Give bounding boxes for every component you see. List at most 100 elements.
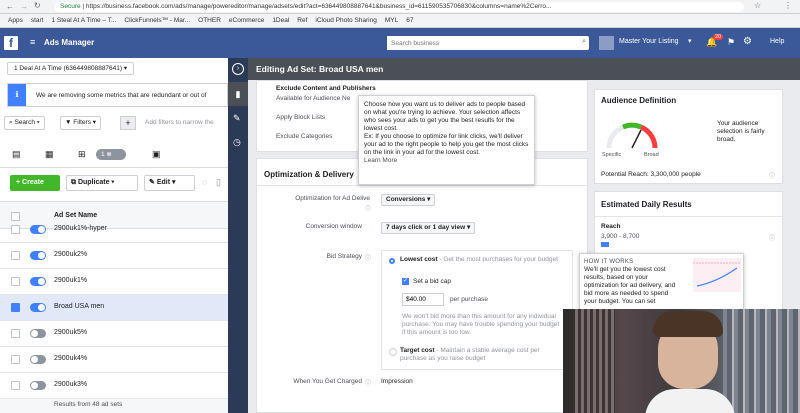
ad-set-name[interactable]: 2900uk1%-hyper [54, 225, 107, 232]
hamburger-icon[interactable]: ≡ [30, 37, 35, 47]
info-icon[interactable]: ⓘ [365, 204, 371, 213]
bookmark-item[interactable]: 1Deal [272, 14, 289, 27]
url-bar[interactable]: Secure | https://business.facebook.com/a… [54, 2, 744, 12]
conversion-window-value: 7 days click or 1 day view [386, 224, 466, 231]
table-row[interactable]: 2900uk5% [0, 321, 228, 347]
row-toggle[interactable] [30, 355, 46, 364]
app-title: Ads Manager [44, 38, 95, 47]
exclude-categories-label[interactable]: Exclude Categories [276, 133, 332, 140]
pencil-icon[interactable]: ✎ [233, 113, 241, 124]
optimization-select[interactable]: Conversions ▾ [381, 194, 436, 206]
ad-set-name[interactable]: 2900uk5% [54, 329, 87, 336]
business-search-input[interactable] [387, 36, 567, 50]
bid-amount-input[interactable] [402, 293, 444, 306]
bookmark-item[interactable]: MYL [385, 14, 398, 27]
ad-set-name[interactable]: Broad USA men [54, 303, 104, 310]
table-row[interactable]: 2900uk2% [0, 243, 228, 269]
row-toggle[interactable] [30, 303, 46, 312]
account-label: 1 Deal At A Time (636449808887641) [14, 65, 123, 72]
star-icon[interactable]: ☆ [754, 1, 761, 10]
facebook-logo[interactable]: f [4, 36, 18, 50]
row-checkbox[interactable] [11, 355, 20, 364]
table-row[interactable]: 2900uk3% [0, 373, 228, 399]
row-checkbox[interactable] [11, 225, 20, 234]
filters-button[interactable]: ▼ Filters ▾ [60, 116, 102, 130]
business-search[interactable]: ⌕ [387, 36, 589, 50]
conversion-window-select[interactable]: 7 days click or 1 day view ▾ [381, 222, 476, 234]
ad-set-name[interactable]: 2900uk1% [54, 277, 87, 284]
lowest-cost-radio[interactable] [389, 258, 395, 264]
bookmark-item[interactable]: 1 Steal At A Time – T... [51, 14, 116, 27]
row-toggle[interactable] [30, 251, 46, 260]
edit-button[interactable]: ✎ Edit ▾ [144, 175, 195, 191]
menu-icon[interactable]: ⋮ [784, 1, 792, 10]
bid-cap-checkbox[interactable]: ✓ [402, 278, 409, 285]
bookmark-item[interactable]: iCloud Photo Sharing [315, 14, 376, 27]
reload-icon[interactable]: ↻ [34, 1, 41, 10]
forward-icon[interactable]: → [20, 2, 28, 11]
bookmark-item[interactable]: start [31, 14, 44, 27]
gauge-specific-label: Specific [602, 152, 622, 158]
search-button[interactable]: ⌕ Search ▾ [4, 116, 45, 130]
adsets-tab-icon[interactable]: ▦ [45, 149, 54, 160]
row-checkbox[interactable] [11, 303, 20, 312]
collapse-panel-icon[interactable]: › [232, 63, 244, 75]
bookmark-item[interactable]: Ref [297, 14, 307, 27]
gear-icon[interactable]: ⚙ [743, 36, 752, 47]
target-cost-radio[interactable] [389, 348, 397, 356]
row-toggle[interactable] [30, 381, 46, 390]
ad-set-name[interactable]: 2900uk4% [54, 355, 87, 362]
row-checkbox[interactable] [11, 251, 20, 260]
info-icon[interactable]: ⓘ [365, 378, 371, 387]
row-toggle[interactable] [30, 225, 46, 234]
campaigns-tab-icon[interactable]: ▤ [12, 149, 21, 160]
clock-icon[interactable]: ◷ [233, 137, 241, 148]
info-icon[interactable]: ⓘ [769, 171, 775, 180]
add-filter-button[interactable]: + [120, 116, 136, 130]
selection-count: 1 [101, 151, 105, 158]
selection-count-badge[interactable]: 1 ⊗ [96, 149, 126, 160]
bookmark-item[interactable]: eCommerce [229, 14, 264, 27]
table-row[interactable]: 2900uk1% [0, 269, 228, 295]
when-charged-value: Impression [381, 378, 413, 385]
create-button[interactable]: + Create [10, 175, 60, 191]
block-lists-label[interactable]: Apply Block Lists [276, 114, 325, 121]
divider [257, 185, 589, 186]
account-name[interactable]: Master Your Listing [619, 38, 679, 45]
back-icon[interactable]: ← [6, 2, 14, 11]
table-row[interactable]: 2900uk1%-hyper [0, 217, 228, 243]
target-cost-title: Target cost [400, 347, 435, 354]
chevron-down-icon[interactable]: ▾ [688, 37, 692, 45]
bookmark-item[interactable]: ClickFunnels™ - Mar... [124, 14, 190, 27]
gauge-broad-label: Broad [644, 152, 659, 158]
info-icon[interactable]: ⓘ [365, 253, 371, 262]
help-link[interactable]: Help [770, 38, 784, 45]
row-toggle[interactable] [30, 277, 46, 286]
notice-text: We are removing some metrics that are re… [36, 92, 207, 99]
row-checkbox[interactable] [11, 381, 20, 390]
ad-set-name[interactable]: 2900uk3% [54, 381, 87, 388]
chart-icon[interactable]: ▮ [228, 82, 248, 106]
duplicate-button[interactable]: ⧉ Duplicate ▾ [66, 175, 138, 191]
flag-icon[interactable]: ⚑ [727, 37, 735, 48]
info-icon: ℹ [8, 84, 26, 106]
audience-title: Audience Definition [601, 96, 677, 105]
grid-tab-icon[interactable]: ⊞ [78, 149, 86, 160]
refresh-icon[interactable]: ◌ [202, 177, 207, 187]
ads-tab-icon[interactable]: ▣ [152, 149, 161, 160]
learn-more-link[interactable]: Learn More [364, 157, 529, 165]
account-selector[interactable]: 1 Deal At A Time (636449808887641) ▾ [7, 62, 135, 75]
row-checkbox[interactable] [11, 329, 20, 338]
info-icon[interactable]: ⓘ [769, 233, 775, 242]
table-row[interactable]: 2900uk4% [0, 347, 228, 373]
ad-set-name[interactable]: 2900uk2% [54, 251, 87, 258]
bookmark-item[interactable]: 67 [406, 14, 413, 27]
bookmark-item[interactable]: OTHER [198, 14, 221, 27]
row-checkbox[interactable] [11, 277, 20, 286]
table-row[interactable]: Broad USA men [0, 295, 228, 321]
bookmark-item[interactable]: Apps [8, 14, 23, 27]
conversion-window-label: Conversion window [305, 223, 362, 230]
row-toggle[interactable] [30, 329, 46, 338]
view-tabs: ▤ ▦ ⊞ 1 ⊗ ▣ [0, 142, 228, 168]
more-icon[interactable]: ▯ [216, 177, 221, 188]
